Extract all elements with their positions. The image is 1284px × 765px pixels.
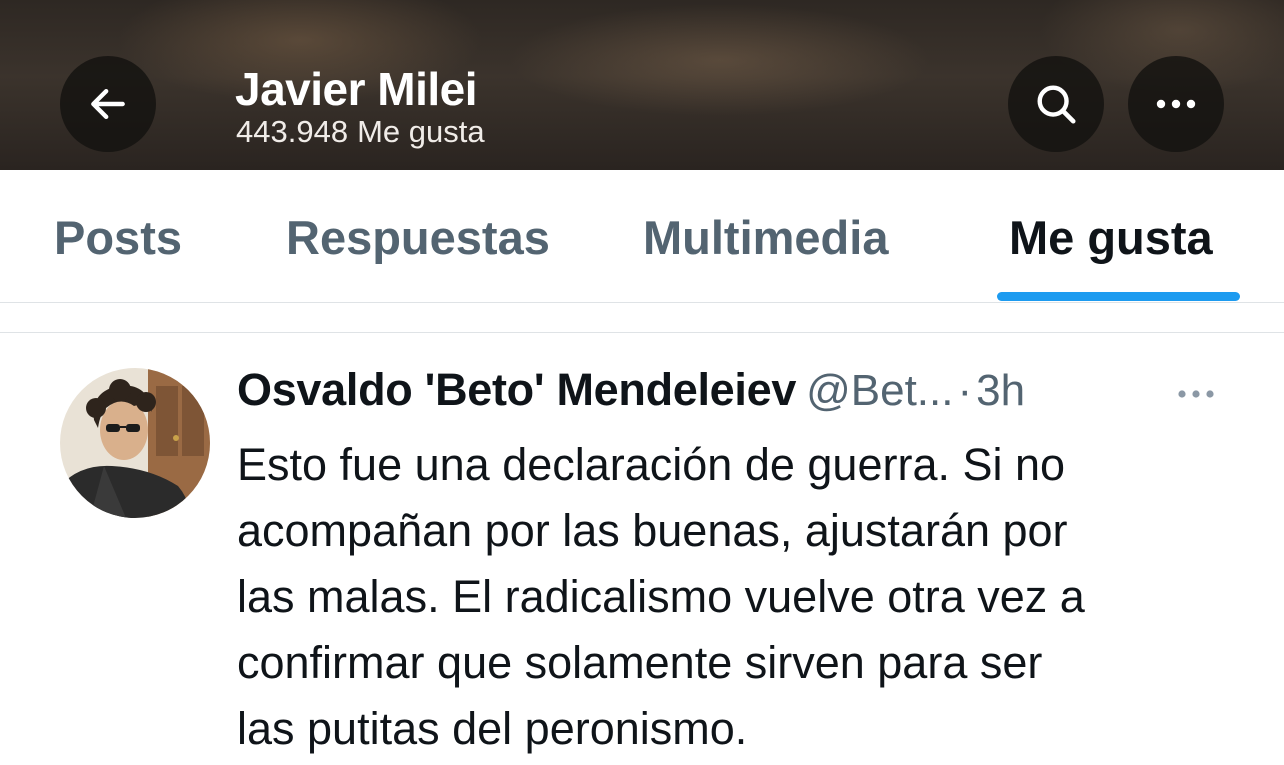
post-text-line: las putitas del peronismo. — [237, 703, 748, 754]
author-handle[interactable]: @Bet... — [806, 366, 953, 415]
tab-multimedia[interactable]: Multimedia — [643, 210, 888, 265]
post-text: Esto fue una declaración de guerra. Si n… — [237, 432, 1237, 762]
search-button[interactable] — [1008, 56, 1104, 152]
post-header: Osvaldo 'Beto' Mendeleiev @Bet...·3h — [237, 364, 1025, 424]
avatar[interactable] — [60, 368, 210, 518]
search-icon — [1037, 85, 1076, 124]
tab-respuestas[interactable]: Respuestas — [286, 210, 550, 265]
post-text-line: acompañan por las buenas, ajustarán por — [237, 505, 1068, 556]
post-text-line: Esto fue una declaración de guerra. Si n… — [237, 439, 1066, 490]
tab-posts[interactable]: Posts — [54, 210, 182, 265]
post-time[interactable]: 3h — [976, 366, 1025, 415]
tab-me-gusta[interactable]: Me gusta — [1009, 210, 1213, 265]
back-button[interactable] — [60, 56, 156, 152]
feed-divider — [0, 332, 1284, 333]
tabs-divider — [0, 302, 1284, 303]
likes-count-line: 443.948 Me gusta — [236, 114, 494, 150]
profile-name: Javier Milei — [235, 63, 478, 115]
profile-header: Javier Milei 443.948 Me gusta — [0, 0, 1284, 170]
more-horizontal-icon — [1156, 99, 1196, 109]
post-text-line: confirmar que solamente sirven para ser — [237, 637, 1043, 688]
avatar-photo — [60, 368, 210, 518]
profile-tabs: Posts Respuestas Multimedia Me gusta — [0, 170, 1284, 302]
active-tab-indicator — [997, 292, 1240, 301]
more-horizontal-icon — [1178, 390, 1214, 398]
likes-label: Me gusta — [357, 114, 485, 149]
author-name[interactable]: Osvaldo 'Beto' Mendeleiev — [237, 364, 796, 415]
separator-dot: · — [957, 366, 973, 415]
post-text-line: las malas. El radicalismo vuelve otra ve… — [237, 571, 1085, 622]
more-options-button[interactable] — [1128, 56, 1224, 152]
post-more-button[interactable] — [1172, 380, 1220, 408]
back-arrow-icon — [91, 88, 125, 120]
likes-count: 443.948 — [236, 114, 349, 149]
